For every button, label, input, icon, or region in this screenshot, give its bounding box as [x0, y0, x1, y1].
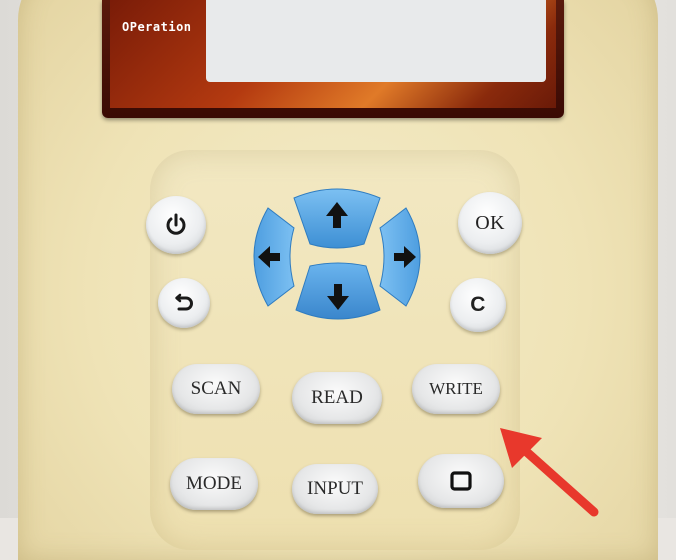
dpad-up-button[interactable]: [290, 186, 384, 250]
annotation-arrow-icon: [500, 428, 599, 517]
dpad-down-button[interactable]: [292, 262, 384, 324]
input-label: INPUT: [307, 478, 363, 499]
square-icon: [450, 471, 472, 491]
ok-label: OK: [475, 211, 505, 234]
back-button[interactable]: [158, 278, 210, 328]
read-button[interactable]: READ: [292, 372, 382, 424]
write-button[interactable]: WRITE: [412, 364, 500, 414]
power-icon: [166, 213, 186, 235]
display-frame: OPeration: [102, 0, 564, 118]
scan-button[interactable]: SCAN: [172, 364, 260, 414]
mode-label: MODE: [186, 473, 242, 494]
write-label: WRITE: [429, 379, 483, 398]
screen-message-panel: [206, 0, 546, 82]
power-button[interactable]: [146, 196, 206, 254]
read-label: READ: [311, 387, 363, 408]
input-button[interactable]: INPUT: [292, 464, 378, 514]
cancel-button[interactable]: C: [450, 278, 506, 332]
mode-button[interactable]: MODE: [170, 458, 258, 510]
display-screen: OPeration: [110, 0, 556, 108]
dpad-right-button[interactable]: [378, 206, 436, 308]
scan-label: SCAN: [190, 378, 242, 399]
ok-button[interactable]: OK: [458, 192, 522, 254]
screen-label: OPeration: [122, 20, 192, 34]
dpad-left-button[interactable]: [238, 206, 296, 308]
back-icon: [175, 293, 193, 311]
cancel-label: C: [470, 293, 486, 316]
